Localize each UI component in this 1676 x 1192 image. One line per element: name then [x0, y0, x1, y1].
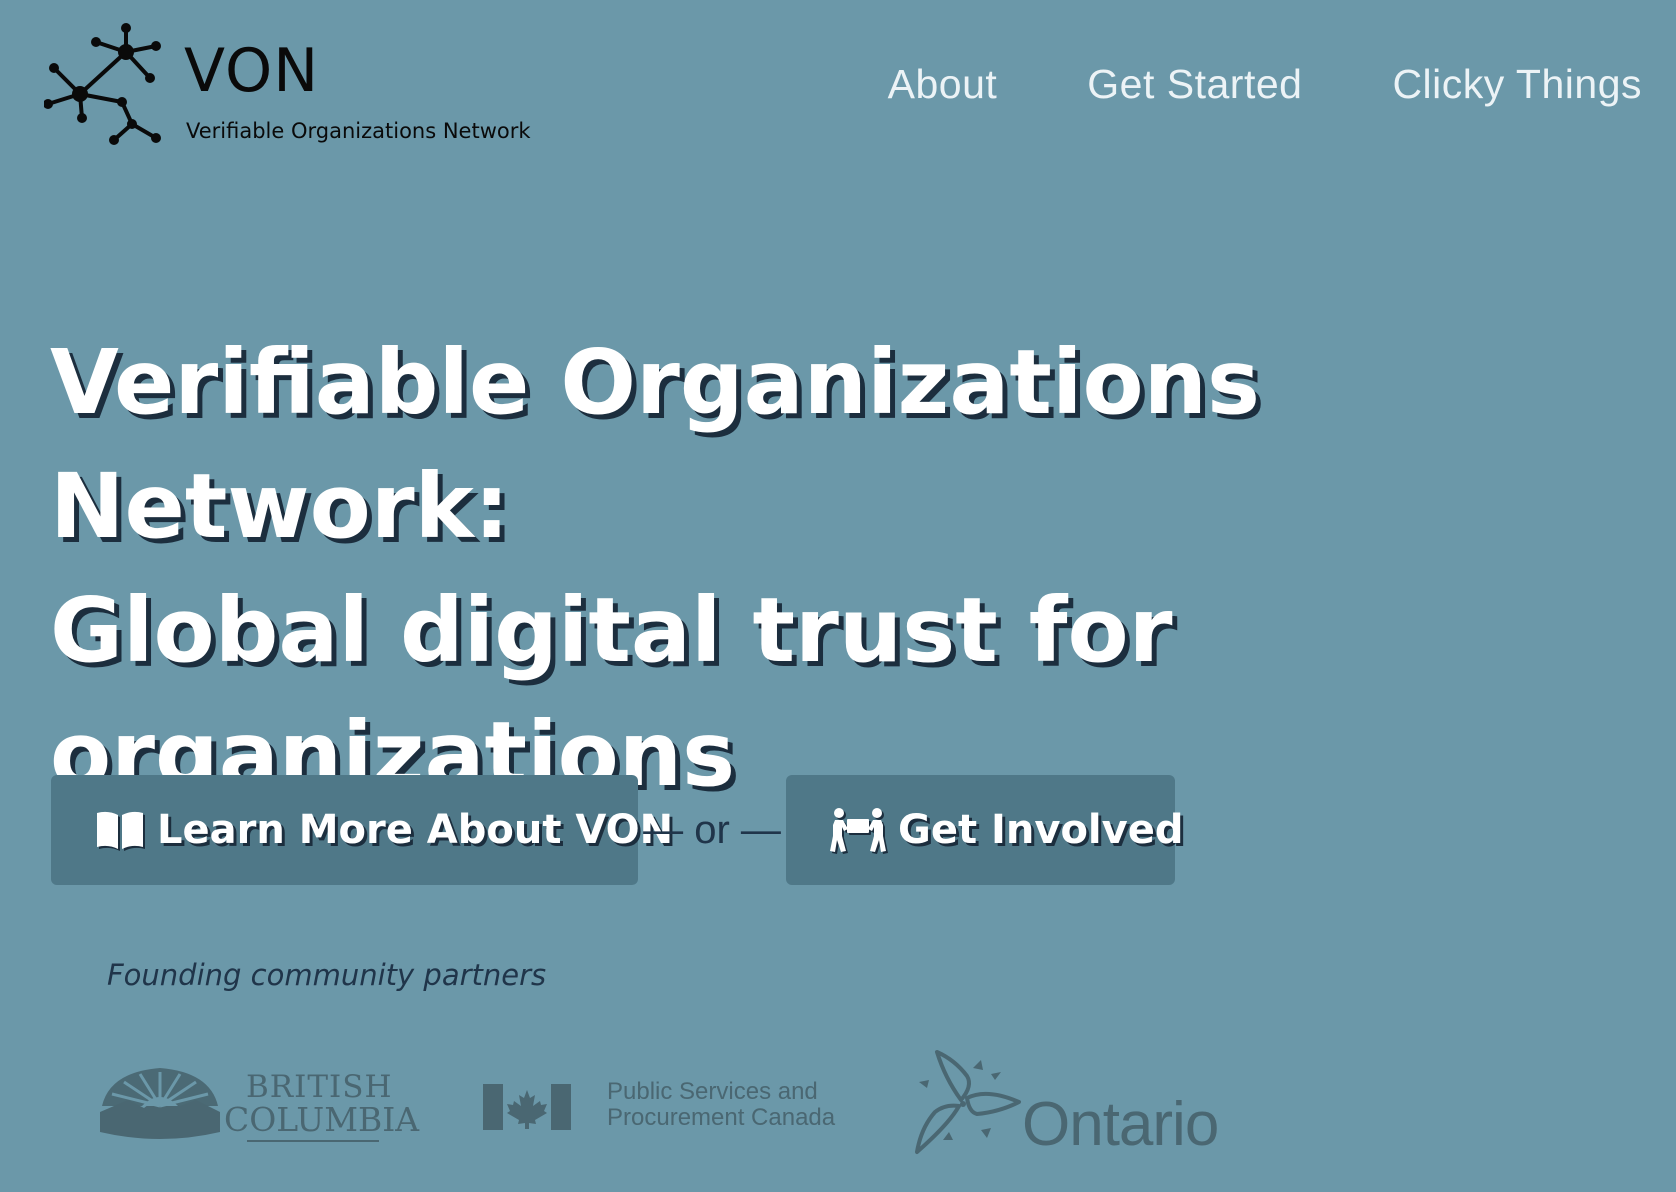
ontario-wordmark: Ontario [1022, 1090, 1219, 1159]
hero-title-line2: Global digital trust for [50, 578, 1173, 682]
hero-title-line1: Verifiable Organizations Network: [50, 330, 1260, 558]
or-separator: — or — [643, 807, 781, 852]
canada-flag-icon [483, 1084, 571, 1130]
pspc-line2: Procurement Canada [607, 1104, 836, 1131]
open-book-icon [95, 810, 145, 850]
learn-more-button[interactable]: Learn More About VON [51, 775, 673, 885]
network-graph-icon [44, 23, 161, 145]
hero-title: Verifiable Organizations Network: Global… [50, 320, 1650, 816]
pspc-line1: Public Services and [607, 1078, 818, 1105]
partners-caption: Founding community partners [107, 958, 547, 992]
partner-ontario[interactable]: Ontario [915, 1048, 1235, 1159]
learn-more-label: Learn More About VON [157, 807, 674, 853]
bc-line2: COLUMBIA [224, 1100, 420, 1139]
bc-sunrise-logo [100, 1068, 220, 1139]
nav-clicky-things[interactable]: Clicky Things [1392, 58, 1642, 110]
bc-underline [247, 1140, 379, 1142]
get-involved-button[interactable]: Get Involved [786, 775, 1183, 885]
nav-about[interactable]: About [888, 58, 998, 110]
people-carry-box-icon [830, 807, 886, 853]
nav-get-started[interactable]: Get Started [1087, 58, 1302, 110]
von-logo[interactable]: VON Verifiable Organizations Network [44, 22, 564, 152]
cta-row: Learn More About VON — or — Get Involved [51, 775, 1183, 885]
logo-subtitle: Verifiable Organizations Network [186, 119, 531, 143]
partner-pspc[interactable]: Public Services and Procurement Canada [483, 1078, 853, 1138]
ontario-trillium-logo [915, 1050, 1021, 1154]
logo-title: VON [184, 36, 320, 106]
get-involved-label: Get Involved [898, 807, 1184, 853]
main-nav: About Get Started Clicky Things [888, 58, 1642, 110]
partner-british-columbia[interactable]: BRITISH COLUMBIA [100, 1060, 419, 1148]
